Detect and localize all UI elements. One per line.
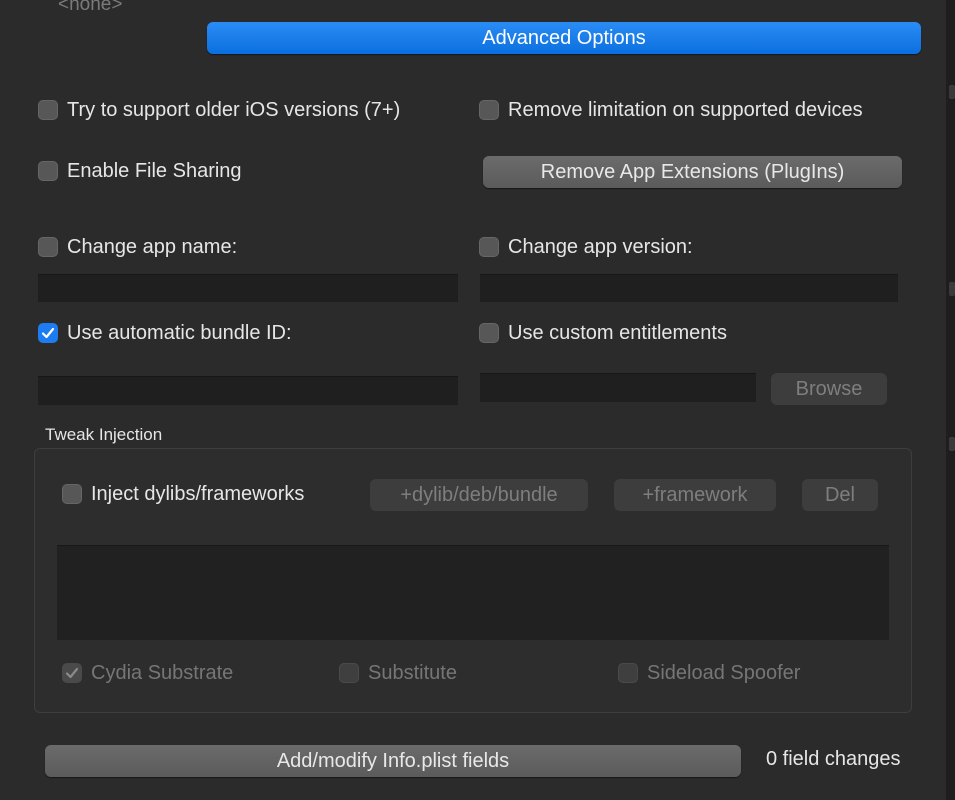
custom-entitlements-label: Use custom entitlements (508, 321, 727, 344)
custom-entitlements-checkbox[interactable]: Use custom entitlements (479, 320, 727, 346)
checkbox-box[interactable] (38, 237, 58, 257)
older-ios-checkbox[interactable]: Try to support older iOS versions (7+) (38, 97, 400, 123)
checkbox-box[interactable] (479, 323, 499, 343)
checkbox-box[interactable] (479, 100, 499, 120)
inject-dylibs-checkbox[interactable]: Inject dylibs/frameworks (62, 481, 304, 507)
checkbox-box[interactable] (38, 161, 58, 181)
remove-app-extensions-button[interactable]: Remove App Extensions (PlugIns) (483, 156, 902, 188)
file-sharing-label: Enable File Sharing (67, 159, 242, 182)
tweak-injection-title: Tweak Injection (45, 425, 163, 444)
auto-bundle-id-label: Use automatic bundle ID: (67, 321, 292, 344)
modify-info-plist-button[interactable]: Add/modify Info.plist fields (45, 745, 741, 777)
change-app-name-label: Change app name: (67, 235, 238, 258)
delete-button[interactable]: Del (802, 479, 878, 511)
dylib-list[interactable] (57, 545, 889, 640)
substitute-label: Substitute (368, 661, 457, 684)
edge-marker (949, 85, 955, 99)
remove-limitation-label: Remove limitation on supported devices (508, 98, 863, 121)
checkbox-box[interactable] (38, 100, 58, 120)
checkbox-box[interactable] (62, 484, 82, 504)
entitlements-path-field[interactable] (480, 373, 756, 402)
checkbox-box[interactable] (38, 323, 58, 343)
checkbox-box[interactable] (618, 663, 638, 683)
none-label: <none> (58, 0, 123, 15)
edge-marker (949, 282, 955, 296)
sideload-spoofer-checkbox[interactable]: Sideload Spoofer (618, 660, 800, 686)
cydia-substrate-label: Cydia Substrate (91, 661, 234, 684)
app-version-field[interactable] (480, 274, 898, 302)
checkbox-box[interactable] (339, 663, 359, 683)
auto-bundle-id-checkbox[interactable]: Use automatic bundle ID: (38, 320, 292, 346)
field-changes-count: 0 field changes (766, 748, 901, 770)
sideload-spoofer-label: Sideload Spoofer (647, 661, 801, 684)
change-app-version-checkbox[interactable]: Change app version: (479, 234, 693, 260)
inject-dylibs-label: Inject dylibs/frameworks (91, 482, 305, 505)
add-framework-button[interactable]: +framework (614, 479, 776, 511)
app-name-field[interactable] (38, 274, 458, 302)
checkbox-box[interactable] (62, 663, 82, 683)
change-app-name-checkbox[interactable]: Change app name: (38, 234, 237, 260)
bundle-id-field[interactable] (38, 376, 458, 405)
browse-button[interactable]: Browse (771, 373, 887, 405)
window-edge (946, 0, 955, 800)
cydia-substrate-checkbox[interactable]: Cydia Substrate (62, 660, 233, 686)
checkmark-icon (65, 667, 79, 679)
substitute-checkbox[interactable]: Substitute (339, 660, 457, 686)
checkbox-box[interactable] (479, 237, 499, 257)
file-sharing-checkbox[interactable]: Enable File Sharing (38, 158, 242, 184)
edge-marker (949, 437, 955, 451)
change-app-version-label: Change app version: (508, 235, 693, 258)
remove-limitation-checkbox[interactable]: Remove limitation on supported devices (479, 97, 863, 123)
advanced-options-button[interactable]: Advanced Options (207, 22, 921, 54)
checkmark-icon (41, 327, 55, 339)
add-dylib-button[interactable]: +dylib/deb/bundle (370, 479, 588, 511)
older-ios-label: Try to support older iOS versions (7+) (67, 98, 401, 121)
